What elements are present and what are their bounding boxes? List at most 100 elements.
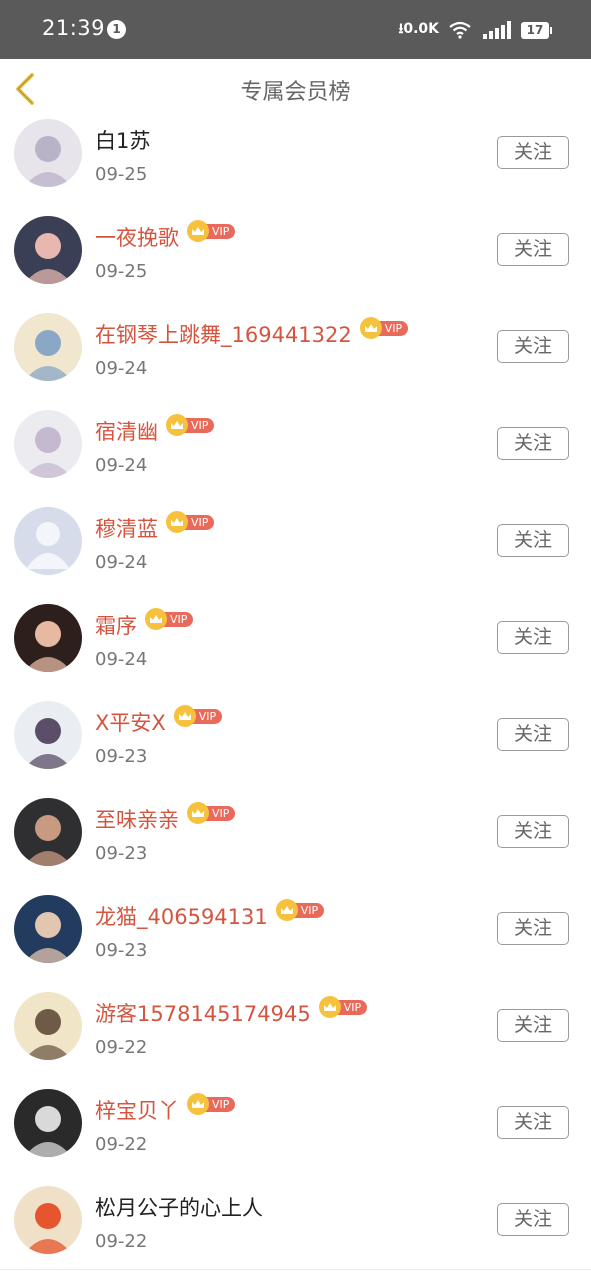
vip-badge: VIP [166,511,215,533]
crown-icon [166,511,188,533]
member-name-line: 穆清蓝 VIP [95,511,215,543]
member-name: 龙猫_406594131 [95,905,268,929]
member-row[interactable]: 白1苏 09-25 关注 [0,105,591,203]
member-avatar[interactable] [14,798,82,866]
vip-badge: VIP [187,220,236,242]
vip-badge: VIP [166,414,215,436]
member-name: 宿清幽 [95,420,158,444]
member-date: 09-22 [95,1037,148,1058]
member-date: 09-25 [95,261,148,282]
member-date: 09-24 [95,552,148,573]
crown-icon [187,220,209,242]
member-row[interactable]: 一夜挽歌 VIP 09-25 关注 [0,202,591,300]
member-name-line: 一夜挽歌 VIP [95,220,236,252]
member-date: 09-24 [95,358,148,379]
member-row[interactable]: 在钢琴上跳舞_169441322 VIP 09-24 关注 [0,299,591,397]
member-avatar[interactable] [14,1186,82,1254]
member-date: 09-22 [95,1134,148,1155]
follow-button[interactable]: 关注 [497,912,569,945]
member-name: 一夜挽歌 [95,226,179,250]
vip-badge: VIP [359,317,409,339]
follow-button[interactable]: 关注 [497,427,569,460]
member-row[interactable]: 松月公子的心上人 09-22 关注 [0,1172,591,1270]
member-name: 白1苏 [95,129,151,153]
crown-icon [187,802,209,824]
member-row[interactable]: 霜序 VIP 09-24 关注 [0,590,591,688]
member-name-line: X平安X VIP [95,705,223,737]
vip-badge: VIP [318,996,368,1018]
crown-icon [275,899,298,921]
member-row[interactable]: 游客1578145174945 VIP 09-22 关注 [0,978,591,1076]
network-speed: ⭳0.0K [398,18,439,42]
member-name: 游客1578145174945 [95,1002,311,1026]
member-row[interactable]: 穆清蓝 VIP 09-24 关注 [0,493,591,591]
status-time: 21:39 [42,16,106,40]
follow-button[interactable]: 关注 [497,1009,569,1042]
vip-badge: VIP [145,608,194,630]
member-avatar[interactable] [14,410,82,478]
battery-icon: 17 [521,21,552,39]
member-name-line: 梓宝贝丫 VIP [95,1093,236,1125]
member-date: 09-22 [95,1231,148,1252]
member-name-line: 宿清幽 VIP [95,414,215,446]
member-row[interactable]: 宿清幽 VIP 09-24 关注 [0,396,591,494]
member-name: 至味亲亲 [95,808,179,832]
member-avatar[interactable] [14,604,82,672]
member-avatar[interactable] [14,1089,82,1157]
crown-icon [359,317,382,339]
member-row[interactable]: X平安X VIP 09-23 关注 [0,687,591,785]
member-name-line: 游客1578145174945 VIP [95,996,368,1028]
follow-button[interactable]: 关注 [497,136,569,169]
wifi-icon [449,21,471,39]
crown-icon [173,705,196,727]
page-title: 专属会员榜 [240,80,351,105]
member-row[interactable]: 梓宝贝丫 VIP 09-22 关注 [0,1075,591,1173]
follow-button[interactable]: 关注 [497,1203,569,1236]
follow-button[interactable]: 关注 [497,233,569,266]
member-name-line: 松月公子的心上人 [95,1192,263,1222]
vip-badge: VIP [173,705,223,727]
member-avatar[interactable] [14,216,82,284]
crown-icon [318,996,341,1018]
follow-button[interactable]: 关注 [497,815,569,848]
crown-icon [145,608,167,630]
member-name: 在钢琴上跳舞_169441322 [95,323,352,347]
network-speed-value: 0.0K [403,21,439,37]
follow-button[interactable]: 关注 [497,524,569,557]
member-date: 09-23 [95,746,148,767]
vip-badge: VIP [187,802,236,824]
crown-icon [187,1093,209,1115]
signal-icon [483,21,511,39]
member-name: 松月公子的心上人 [95,1196,263,1220]
notification-badge: 1 [107,20,126,39]
member-avatar[interactable] [14,119,82,187]
follow-button[interactable]: 关注 [497,330,569,363]
member-name: X平安X [95,711,166,735]
member-date: 09-23 [95,843,148,864]
member-name: 梓宝贝丫 [95,1099,179,1123]
status-indicators: ⭳0.0K 17 [398,18,552,42]
member-name: 霜序 [95,614,137,638]
vip-badge: VIP [275,899,325,921]
vip-badge: VIP [187,1093,236,1115]
member-date: 09-24 [95,455,148,476]
member-avatar[interactable] [14,895,82,963]
member-date: 09-25 [95,164,148,185]
member-name-line: 霜序 VIP [95,608,194,640]
member-name-line: 在钢琴上跳舞_169441322 VIP [95,317,409,349]
member-name: 穆清蓝 [95,517,158,541]
follow-button[interactable]: 关注 [497,718,569,751]
member-name-line: 龙猫_406594131 VIP [95,899,325,931]
follow-button[interactable]: 关注 [497,621,569,654]
member-name-line: 白1苏 [95,125,150,155]
status-bar: 21:39 1 ⭳0.0K 17 [0,0,591,59]
follow-button[interactable]: 关注 [497,1106,569,1139]
member-avatar[interactable] [14,313,82,381]
member-name-line: 至味亲亲 VIP [95,802,236,834]
member-row[interactable]: 龙猫_406594131 VIP 09-23 关注 [0,881,591,979]
member-avatar[interactable] [14,992,82,1060]
member-date: 09-24 [95,649,148,670]
member-row[interactable]: 至味亲亲 VIP 09-23 关注 [0,784,591,882]
member-avatar[interactable] [14,701,82,769]
member-avatar[interactable] [14,507,82,575]
